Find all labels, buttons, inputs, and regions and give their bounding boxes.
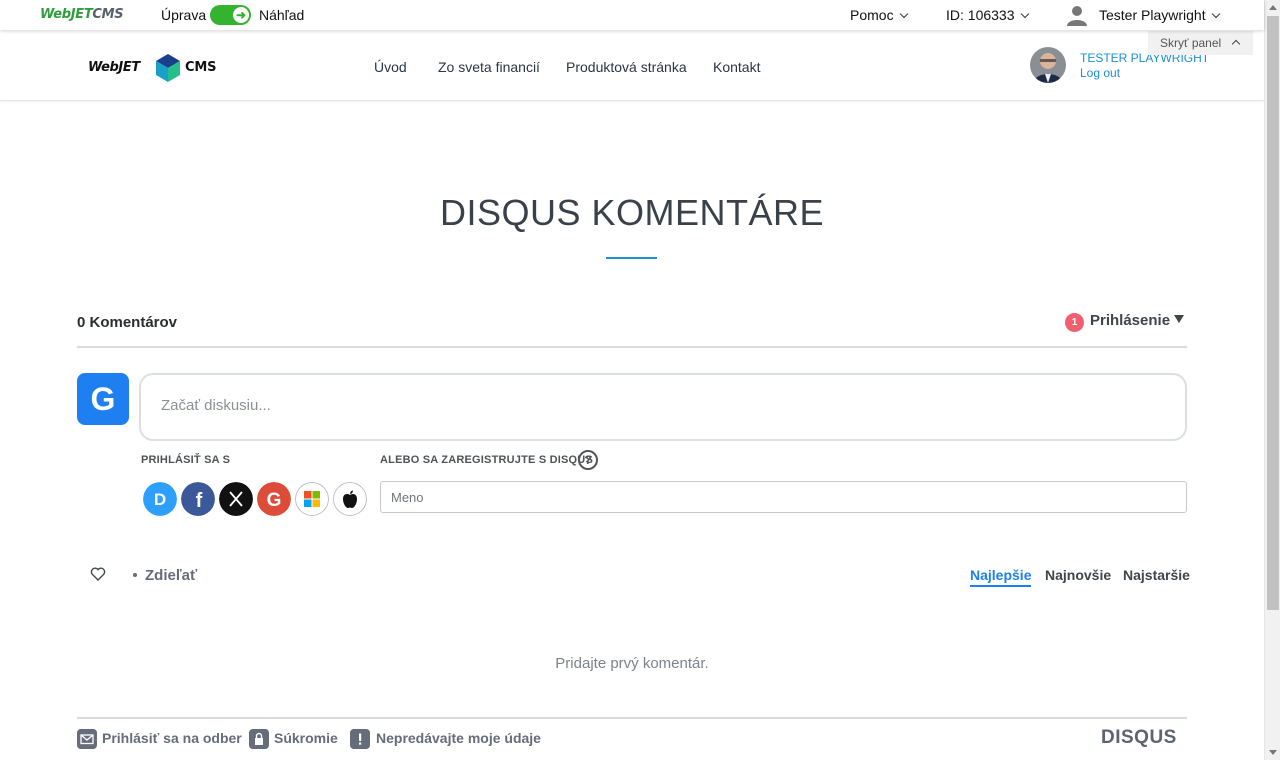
apple-login-icon[interactable]	[333, 482, 367, 516]
facebook-login-icon[interactable]: f	[181, 482, 215, 516]
nav-item-finance[interactable]: Zo sveta financií	[438, 59, 540, 75]
help-label: Pomoc	[850, 7, 894, 23]
register-label: ALEBO SA ZAREGISTRUJTE S DISQUS	[380, 454, 593, 466]
scroll-down-icon[interactable]	[1269, 750, 1277, 755]
login-with-label: PRIHLÁSIŤ SA S	[141, 454, 231, 466]
notification-badge: 1	[1065, 313, 1084, 332]
svg-text:G: G	[267, 490, 282, 511]
svg-text:D: D	[154, 490, 166, 509]
admin-logo-cms: CMS	[92, 7, 124, 22]
scroll-up-icon[interactable]	[1269, 5, 1277, 10]
envelope-icon	[77, 729, 97, 749]
admin-user-name: Tester Playwright	[1099, 7, 1206, 23]
help-icon[interactable]: ?	[578, 450, 598, 470]
edit-preview-toggle[interactable]: ➜	[210, 5, 251, 25]
site-logo-cms: CMS	[185, 60, 217, 75]
svg-text:f: f	[196, 490, 203, 512]
logout-link[interactable]: Log out	[1080, 66, 1120, 80]
scrollbar-thumb[interactable]	[1267, 16, 1279, 610]
help-menu[interactable]: Pomoc	[850, 7, 908, 23]
disqus-logo[interactable]: DISQUS	[1101, 727, 1177, 749]
nav-item-contact[interactable]: Kontakt	[713, 59, 760, 75]
bullet-dot	[133, 573, 137, 577]
page-id-label: ID: 106333	[946, 7, 1015, 23]
footer-divider	[77, 717, 1187, 719]
sort-newest-tab[interactable]: Najnovšie	[1045, 567, 1111, 583]
chevron-down-icon	[899, 9, 908, 19]
name-input[interactable]: Meno	[380, 481, 1187, 513]
google-login-icon[interactable]: G	[257, 482, 291, 516]
nav-item-uvod[interactable]: Úvod	[374, 59, 407, 75]
chevron-up-icon	[1231, 39, 1241, 49]
admin-logo-webjet: WebJET	[40, 7, 93, 22]
admin-user-menu[interactable]: Tester Playwright	[1099, 7, 1220, 23]
avatar[interactable]	[1030, 47, 1066, 83]
page-id-menu[interactable]: ID: 106333	[946, 7, 1029, 23]
user-icon[interactable]	[1066, 4, 1088, 26]
mode-edit-label[interactable]: Úprava	[161, 7, 206, 23]
site-logo-webjet: WebJET	[88, 60, 140, 75]
subscribe-link[interactable]: Prihlásiť sa na odber	[102, 730, 242, 746]
login-dropdown[interactable]: 1 Prihlásenie	[1065, 312, 1185, 332]
nav-item-product[interactable]: Produktová stránka	[566, 59, 687, 75]
heart-icon[interactable]	[90, 566, 106, 582]
login-label: Prihlásenie	[1090, 312, 1171, 329]
exclamation-icon	[350, 729, 370, 749]
guest-avatar: G	[77, 373, 129, 425]
site-header: WebJET CMS Úvod Zo sveta financií Produk…	[0, 30, 1264, 101]
mode-preview-label[interactable]: Náhľad	[259, 7, 304, 23]
empty-comments-text: Pridajte prvý komentár.	[555, 655, 709, 672]
divider	[77, 346, 1187, 348]
comment-count: 0 Komentárov	[77, 314, 178, 331]
share-button[interactable]: Zdieľať	[133, 567, 197, 584]
title-underline	[606, 257, 657, 259]
webjet-logo-icon	[156, 54, 180, 82]
admin-logo[interactable]: WebJETCMS	[40, 7, 124, 22]
disqus-login-icon[interactable]: D	[143, 482, 177, 516]
page-scrollbar[interactable]	[1264, 0, 1280, 760]
privacy-link[interactable]: Súkromie	[274, 730, 338, 746]
microsoft-login-icon[interactable]	[295, 482, 329, 516]
chevron-down-icon	[1211, 9, 1220, 19]
share-label: Zdieľať	[145, 567, 198, 584]
arrow-right-icon: ➜	[233, 7, 249, 23]
sort-best-tab[interactable]: Najlepšie	[970, 567, 1032, 587]
comment-input[interactable]: Začať diskusiu...	[139, 373, 1187, 441]
page-title: DISQUS KOMENTÁRE	[439, 192, 825, 233]
caret-down-icon	[1174, 315, 1185, 323]
sort-oldest-tab[interactable]: Najstaršie	[1123, 567, 1190, 583]
hide-panel-label: Skryť panel	[1160, 36, 1222, 50]
do-not-sell-link[interactable]: Nepredávajte moje údaje	[376, 730, 541, 746]
lock-icon	[249, 729, 269, 749]
hide-panel-button[interactable]: Skryť panel	[1148, 31, 1253, 55]
chevron-down-icon	[1020, 9, 1029, 19]
admin-toolbar: WebJETCMS Úprava ➜ Náhľad Pomoc ID: 1063…	[0, 0, 1264, 30]
x-login-icon[interactable]	[219, 482, 253, 516]
